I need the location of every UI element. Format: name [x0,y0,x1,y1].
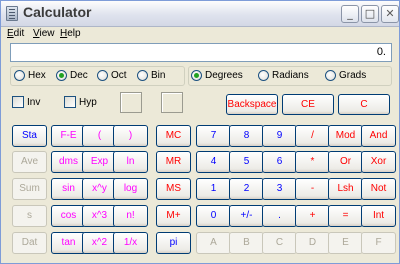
hyp-checkbox-box [64,96,76,108]
decimal-point-button[interactable]: . [262,205,297,227]
sta-button[interactable]: Sta [12,125,47,147]
add-button[interactable]: + [295,205,330,227]
hex-c-button[interactable]: C [262,232,297,254]
x-cubed-button[interactable]: x^3 [82,205,117,227]
parenthesis-indicator [120,92,142,113]
dat-button[interactable]: Dat [12,232,47,254]
title-bar[interactable]: Calculator _ □ ✕ [1,1,399,27]
open-paren-button[interactable]: ( [82,125,117,147]
m-plus-button[interactable]: M+ [156,205,191,227]
backspace-button[interactable]: Backspace [226,94,278,115]
mc-button[interactable]: MC [156,125,191,147]
or-button[interactable]: Or [328,151,363,173]
ms-button[interactable]: MS [156,178,191,200]
close-paren-button[interactable]: ) [113,125,148,147]
radio-grads-indicator [325,70,336,81]
mr-button[interactable]: MR [156,151,191,173]
digit-6-button[interactable]: 6 [262,151,297,173]
hex-d-button[interactable]: D [295,232,330,254]
ce-button[interactable]: CE [282,94,334,115]
radio-dec-indicator [56,70,67,81]
mod-button[interactable]: Mod [328,125,363,147]
memory-indicator [161,92,183,113]
digit-9-button[interactable]: 9 [262,125,297,147]
window-title: Calculator [23,4,92,20]
tan-button[interactable]: tan [51,232,86,254]
pi-button[interactable]: pi [156,232,191,254]
sign-toggle-button[interactable]: +/- [229,205,264,227]
menu-edit[interactable]: Edit [7,27,24,40]
dms-button[interactable]: dms [51,151,86,173]
radio-hex-indicator [14,70,25,81]
menu-help[interactable]: Help [60,27,81,40]
radio-degrees-indicator [191,70,202,81]
lsh-button[interactable]: Lsh [328,178,363,200]
reciprocal-button[interactable]: 1/x [113,232,148,254]
result-display: 0. [10,43,392,62]
minimize-button[interactable]: _ [341,5,359,23]
radio-oct-indicator [97,70,108,81]
radio-radians-indicator [258,70,269,81]
hex-f-button[interactable]: F [361,232,396,254]
x-squared-button[interactable]: x^2 [82,232,117,254]
hex-a-button[interactable]: A [196,232,231,254]
menu-bar: Edit View Help [1,27,399,40]
menu-view[interactable]: View [33,27,55,40]
and-button[interactable]: And [361,125,396,147]
cos-button[interactable]: cos [51,205,86,227]
divide-button[interactable]: / [295,125,330,147]
int-button[interactable]: Int [361,205,396,227]
ave-button[interactable]: Ave [12,151,47,173]
digit-2-button[interactable]: 2 [229,178,264,200]
digit-7-button[interactable]: 7 [196,125,231,147]
maximize-button[interactable]: □ [361,5,379,23]
digit-4-button[interactable]: 4 [196,151,231,173]
close-button[interactable]: ✕ [381,5,399,23]
s-button[interactable]: s [12,205,47,227]
digit-5-button[interactable]: 5 [229,151,264,173]
hex-e-button[interactable]: E [328,232,363,254]
multiply-button[interactable]: * [295,151,330,173]
exp-button[interactable]: Exp [82,151,117,173]
factorial-button[interactable]: n! [113,205,148,227]
x-pow-y-button[interactable]: x^y [82,178,117,200]
c-button[interactable]: C [338,94,390,115]
digit-8-button[interactable]: 8 [229,125,264,147]
fe-button[interactable]: F-E [51,125,86,147]
xor-button[interactable]: Xor [361,151,396,173]
digit-1-button[interactable]: 1 [196,178,231,200]
equals-button[interactable]: = [328,205,363,227]
ln-button[interactable]: ln [113,151,148,173]
inv-checkbox-box [12,96,24,108]
log-button[interactable]: log [113,178,148,200]
digit-3-button[interactable]: 3 [262,178,297,200]
sum-button[interactable]: Sum [12,178,47,200]
sin-button[interactable]: sin [51,178,86,200]
not-button[interactable]: Not [361,178,396,200]
digit-0-button[interactable]: 0 [196,205,231,227]
subtract-button[interactable]: - [295,178,330,200]
hex-b-button[interactable]: B [229,232,264,254]
calculator-icon [6,6,18,21]
calculator-window: Calculator _ □ ✕ Edit View Help 0. Hex D… [0,0,400,264]
radio-bin-indicator [137,70,148,81]
